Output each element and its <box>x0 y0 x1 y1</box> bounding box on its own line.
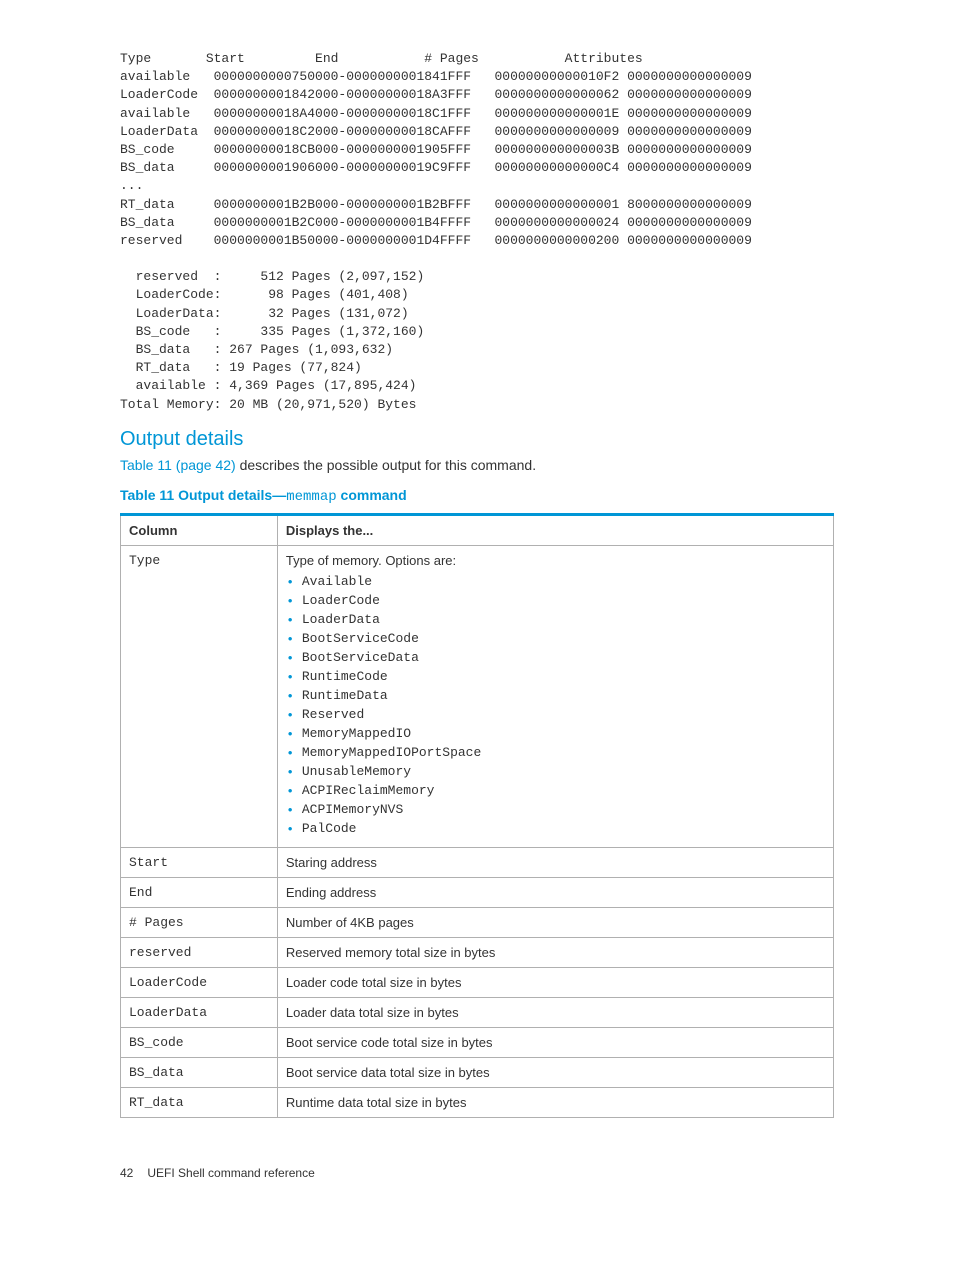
list-item: Available <box>286 574 825 589</box>
paragraph-rest: describes the possible output for this c… <box>236 457 536 473</box>
list-item: MemoryMappedIOPortSpace <box>286 745 825 760</box>
heading-output-details: Output details <box>120 428 834 451</box>
cell-desc: Ending address <box>277 877 833 907</box>
cell-type: Type <box>121 545 278 847</box>
table-row: BS_code Boot service code total size in … <box>121 1027 834 1057</box>
table-title-cmd: memmap <box>286 489 336 505</box>
list-item: ACPIMemoryNVS <box>286 802 825 817</box>
cell-desc: Loader data total size in bytes <box>277 997 833 1027</box>
cell-desc: Reserved memory total size in bytes <box>277 937 833 967</box>
list-item: BootServiceData <box>286 650 825 665</box>
cell-col1: # Pages <box>121 907 278 937</box>
output-details-paragraph: Table 11 (page 42) describes the possibl… <box>120 457 834 473</box>
output-details-table: Column Displays the... Type Type of memo… <box>120 513 834 1118</box>
table-row: LoaderData Loader data total size in byt… <box>121 997 834 1027</box>
list-item: LoaderCode <box>286 593 825 608</box>
list-item: MemoryMappedIO <box>286 726 825 741</box>
page-number: 42 <box>120 1166 144 1180</box>
list-item: UnusableMemory <box>286 764 825 779</box>
list-item: LoaderData <box>286 612 825 627</box>
list-item: Reserved <box>286 707 825 722</box>
cell-desc: Number of 4KB pages <box>277 907 833 937</box>
list-item: RuntimeCode <box>286 669 825 684</box>
cell-col1: RT_data <box>121 1087 278 1117</box>
type-options-list: Available LoaderCode LoaderData BootServ… <box>286 574 825 836</box>
footer-section: UEFI Shell command reference <box>147 1166 314 1180</box>
col-header-column: Column <box>121 514 278 545</box>
cell-col1: End <box>121 877 278 907</box>
cell-desc: Staring address <box>277 847 833 877</box>
table-11-title: Table 11 Output details—memmap command <box>120 487 834 505</box>
type-intro: Type of memory. Options are: <box>286 553 456 568</box>
table-title-prefix: Table 11 Output details— <box>120 487 286 503</box>
table-row: Type Type of memory. Options are: Availa… <box>121 545 834 847</box>
col-header-displays: Displays the... <box>277 514 833 545</box>
table-row: reserved Reserved memory total size in b… <box>121 937 834 967</box>
cell-col1: BS_code <box>121 1027 278 1057</box>
list-item: BootServiceCode <box>286 631 825 646</box>
table-row: Start Staring address <box>121 847 834 877</box>
cell-col1: LoaderCode <box>121 967 278 997</box>
cell-col1: reserved <box>121 937 278 967</box>
list-item: PalCode <box>286 821 825 836</box>
table-header-row: Column Displays the... <box>121 514 834 545</box>
cell-col1: BS_data <box>121 1057 278 1087</box>
cell-desc: Loader code total size in bytes <box>277 967 833 997</box>
table-11-link[interactable]: Table 11 (page 42) <box>120 457 236 473</box>
table-row: # Pages Number of 4KB pages <box>121 907 834 937</box>
table-row: LoaderCode Loader code total size in byt… <box>121 967 834 997</box>
table-row: End Ending address <box>121 877 834 907</box>
page-footer: 42 UEFI Shell command reference <box>120 1166 834 1180</box>
cell-desc: Runtime data total size in bytes <box>277 1087 833 1117</box>
cell-desc: Boot service code total size in bytes <box>277 1027 833 1057</box>
cell-type-desc: Type of memory. Options are: Available L… <box>277 545 833 847</box>
table-row: BS_data Boot service data total size in … <box>121 1057 834 1087</box>
table-title-suffix: command <box>337 487 407 503</box>
memmap-output-block: Type Start End # Pages Attributes availa… <box>120 50 834 414</box>
table-row: RT_data Runtime data total size in bytes <box>121 1087 834 1117</box>
cell-col1: LoaderData <box>121 997 278 1027</box>
list-item: RuntimeData <box>286 688 825 703</box>
cell-desc: Boot service data total size in bytes <box>277 1057 833 1087</box>
list-item: ACPIReclaimMemory <box>286 783 825 798</box>
cell-col1: Start <box>121 847 278 877</box>
